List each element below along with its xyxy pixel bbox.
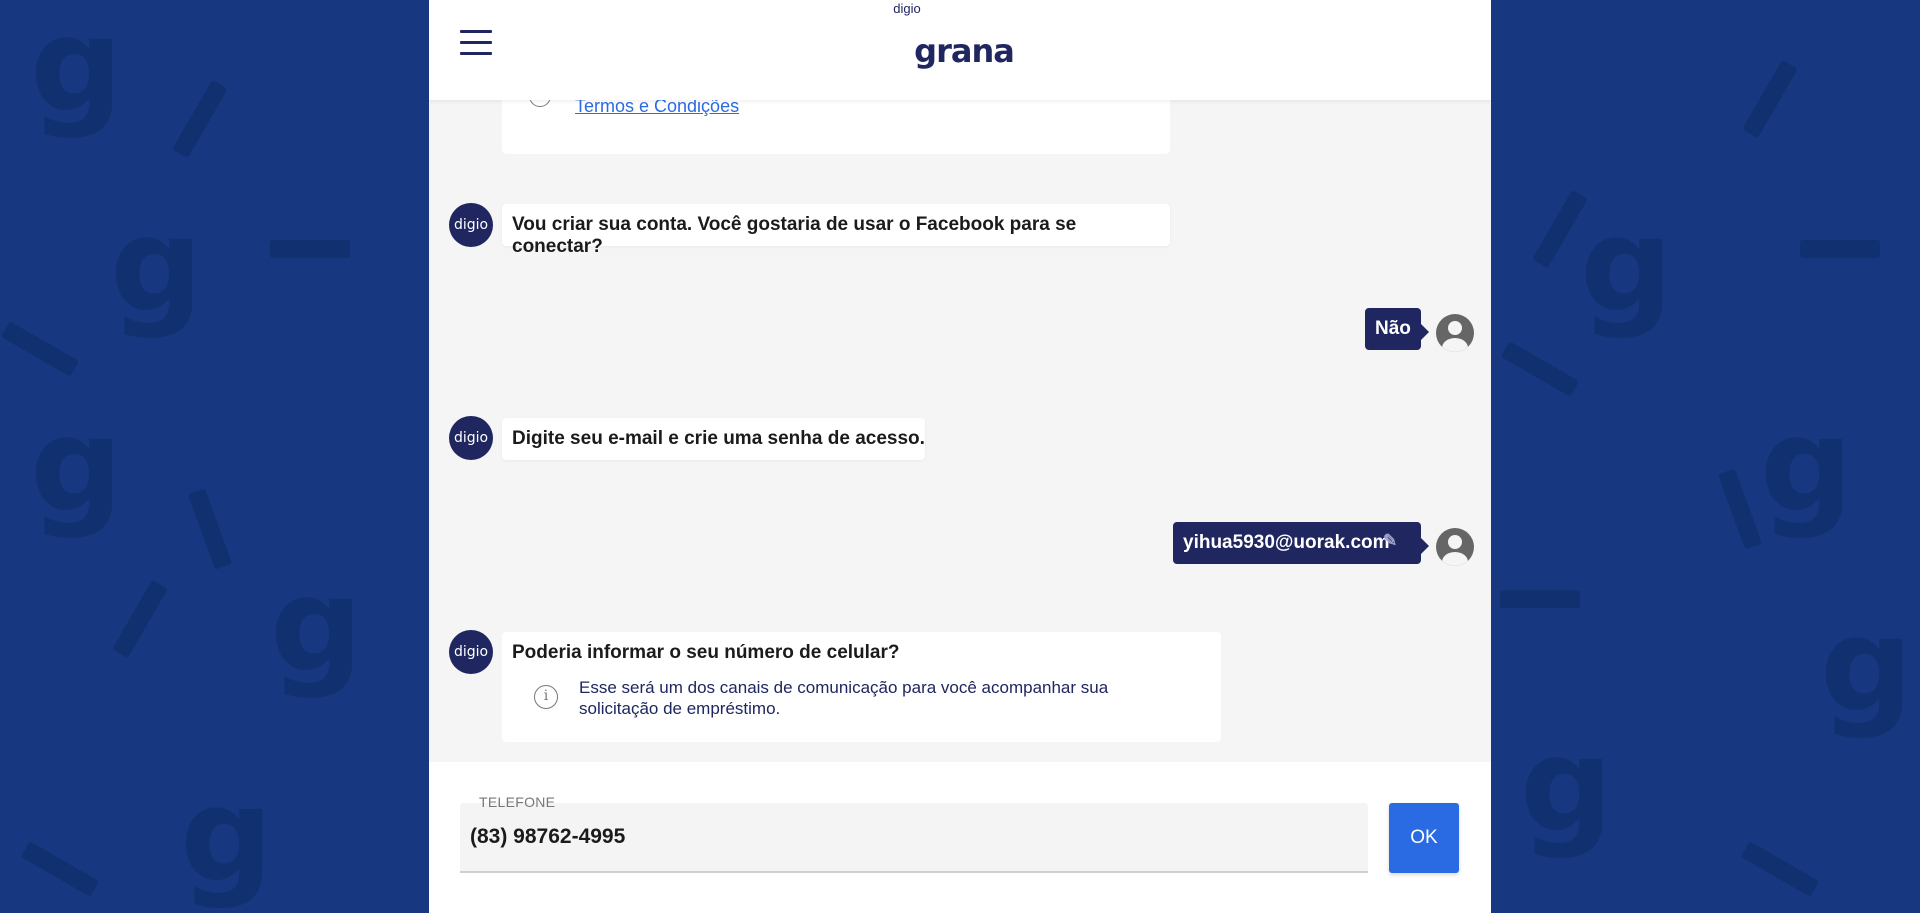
- bot-message-phone-question: Poderia informar o seu número de celular…: [502, 632, 1221, 742]
- hamburger-menu-icon[interactable]: [460, 30, 492, 56]
- pattern-bar: [1740, 841, 1820, 897]
- user-message-no: Não: [1365, 308, 1429, 350]
- pattern-glyph: g: [1760, 389, 1854, 541]
- bot-avatar: digio: [449, 416, 493, 460]
- pattern-bar: [270, 240, 350, 258]
- logo-grana-text: grana: [914, 32, 1015, 70]
- pattern-glyph: g: [30, 0, 124, 141]
- phone-field: TELEFONE: [460, 794, 1368, 873]
- pattern-bar: [172, 79, 228, 159]
- pattern-bar: [112, 579, 168, 659]
- phone-input[interactable]: [470, 825, 1350, 849]
- app-header: digio grana: [429, 0, 1491, 100]
- pattern-bar: [0, 321, 80, 377]
- user-message-email: yihua5930@uorak.com ✎: [1173, 522, 1429, 564]
- chat-app-panel: digio grana Termos e Condições digio Vou…: [429, 0, 1491, 913]
- user-message-text: Não: [1375, 318, 1411, 339]
- ok-button[interactable]: OK: [1389, 803, 1459, 873]
- pattern-bar: [1717, 468, 1763, 550]
- grana-logo: grana: [914, 22, 1015, 78]
- pattern-bar: [20, 841, 100, 897]
- pattern-bar: [1500, 590, 1580, 608]
- user-message-text: yihua5930@uorak.com: [1183, 532, 1390, 553]
- edit-pencil-icon[interactable]: ✎: [1383, 531, 1397, 551]
- pattern-glyph: g: [30, 389, 124, 541]
- pattern-glyph: g: [1820, 589, 1914, 741]
- user-avatar-icon: [1436, 314, 1474, 352]
- phone-field-label: TELEFONE: [479, 794, 556, 810]
- bot-message-text: Poderia informar o seu número de celular…: [512, 642, 900, 663]
- pattern-glyph: g: [180, 759, 274, 911]
- pattern-glyph: g: [1520, 709, 1614, 861]
- bot-message-text: Vou criar sua conta. Você gostaria de us…: [512, 214, 1077, 257]
- pattern-bar: [1742, 59, 1798, 139]
- info-icon: i: [534, 685, 558, 709]
- pattern-glyph: g: [270, 549, 364, 701]
- pattern-bar: [1800, 240, 1880, 258]
- user-avatar-icon: [1436, 528, 1474, 566]
- logo-digio-text: digio: [893, 1, 921, 16]
- bot-avatar: digio: [449, 630, 493, 674]
- pattern-bar: [1500, 341, 1580, 397]
- pattern-glyph: g: [1580, 189, 1674, 341]
- info-note: Esse será um dos canais de comunicação p…: [579, 678, 1109, 718]
- bot-message-email-prompt: Digite seu e-mail e crie uma senha de ac…: [502, 418, 925, 460]
- pattern-glyph: g: [110, 189, 204, 341]
- bot-avatar: digio: [449, 203, 493, 247]
- pattern-bar: [187, 488, 233, 570]
- bot-message-text: Digite seu e-mail e crie uma senha de ac…: [512, 428, 925, 449]
- bot-message-facebook: Vou criar sua conta. Você gostaria de us…: [502, 204, 1170, 257]
- input-footer: TELEFONE OK: [429, 762, 1491, 913]
